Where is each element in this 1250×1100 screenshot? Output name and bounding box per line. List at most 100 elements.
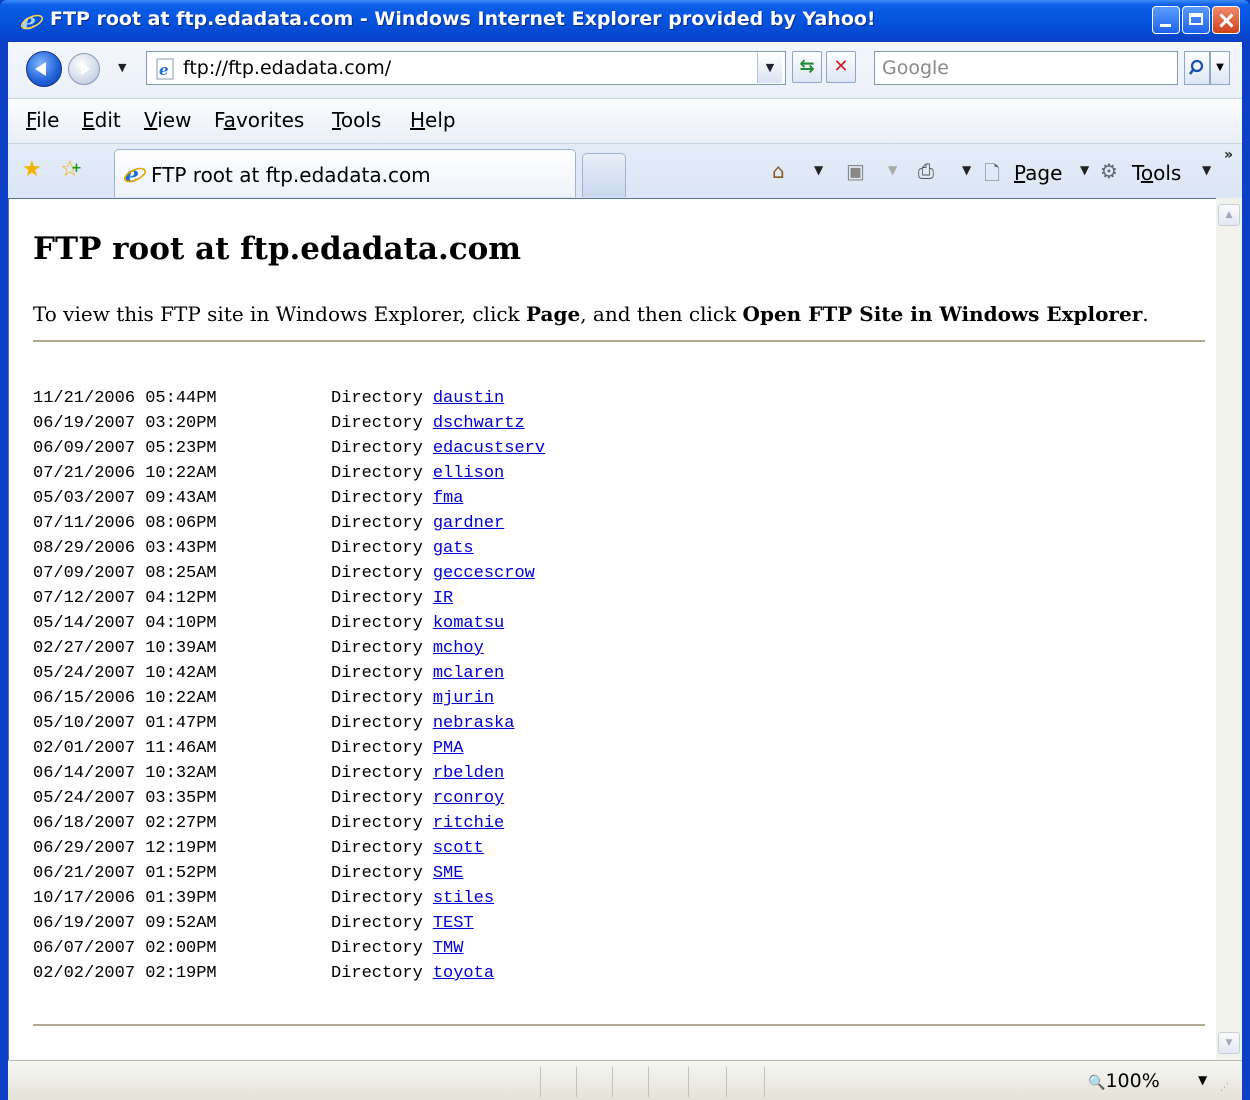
entry-date: 07/12/2007 04:12PM [33,589,217,608]
directory-link[interactable]: nebraska [433,714,515,733]
directory-link[interactable]: rconroy [433,789,504,808]
directory-link[interactable]: stiles [433,889,494,908]
list-item: 02/01/2007 11:46AM Directory PMA [33,736,545,761]
address-dropdown-icon[interactable]: ▼ [757,53,782,83]
resize-grip-icon[interactable]: ⋰ [1220,1083,1230,1093]
directory-link[interactable]: edacustserv [433,439,545,458]
menu-edit[interactable]: Edit [82,108,121,132]
directory-link[interactable]: IR [433,589,453,608]
page-menu-button[interactable]: Page [1014,161,1062,185]
entry-date: 05/24/2007 10:42AM [33,664,217,683]
entry-type: Directory [331,889,423,908]
menu-help[interactable]: Help [410,108,456,132]
entry-type: Directory [331,714,423,733]
directory-link[interactable]: daustin [433,389,504,408]
menu-view[interactable]: View [144,108,191,132]
home-icon[interactable]: ⌂ [772,159,785,183]
search-input[interactable]: Google [882,57,949,79]
menu-tools[interactable]: Tools [332,108,381,132]
menu-favorites[interactable]: Favorites [214,108,304,132]
list-item: 02/02/2007 02:19PM Directory toyota [33,961,545,986]
scroll-down-button[interactable]: ▼ [1218,1032,1240,1054]
address-bar[interactable]: e ftp://ftp.edadata.com/ ▼ [146,51,786,85]
list-item: 07/11/2006 08:06PM Directory gardner [33,511,545,536]
home-dropdown-icon[interactable]: ▼ [814,163,823,177]
directory-link[interactable]: mchoy [433,639,484,658]
entry-type: Directory [331,564,423,583]
entry-date: 07/11/2006 08:06PM [33,514,217,533]
directory-link[interactable]: TMW [433,939,464,958]
close-button[interactable] [1212,6,1240,34]
toolbar-overflow-chevron-icon[interactable]: » [1224,147,1233,163]
search-box[interactable]: Google [874,51,1178,85]
print-dropdown-icon[interactable]: ▼ [962,163,971,177]
entry-type: Directory [331,764,423,783]
favorites-center-star-icon[interactable]: ★ [22,157,42,182]
page-menu-dropdown-icon[interactable]: ▼ [1080,163,1089,177]
feeds-icon[interactable]: ▣ [846,159,865,183]
ie-logo-icon: e [20,9,44,37]
search-button[interactable] [1184,51,1210,85]
menu-bar: File Edit View Favorites Tools Help [8,98,1242,144]
recent-pages-dropdown-icon[interactable]: ▼ [118,61,126,74]
directory-link[interactable]: ellison [433,464,504,483]
scroll-up-button[interactable]: ▲ [1218,204,1240,226]
browser-chrome: ▼ e ftp://ftp.edadata.com/ ▼ ⇆ ✕ Google … [8,42,1242,198]
entry-date: 06/15/2006 10:22AM [33,689,217,708]
directory-link[interactable]: PMA [433,739,464,758]
directory-link[interactable]: rbelden [433,764,504,783]
directory-link[interactable]: fma [433,489,464,508]
entry-type: Directory [331,914,423,933]
directory-link[interactable]: komatsu [433,614,504,633]
entry-type: Directory [331,864,423,883]
entry-date: 11/21/2006 05:44PM [33,389,217,408]
gear-icon: ⚙ [1100,159,1118,183]
zoom-dropdown-icon[interactable]: ▼ [1198,1073,1207,1087]
directory-link[interactable]: gats [433,539,474,558]
entry-date: 05/24/2007 03:35PM [33,789,217,808]
directory-link[interactable]: gardner [433,514,504,533]
title-bar[interactable]: e FTP root at ftp.edadata.com - Windows … [0,0,1250,42]
new-tab-button[interactable] [582,153,626,197]
print-icon[interactable]: ⎙ [918,159,934,183]
status-divider [726,1067,727,1097]
tools-menu-button[interactable]: Tools [1132,161,1181,185]
address-input[interactable]: ftp://ftp.edadata.com/ [183,57,391,79]
directory-link[interactable]: dschwartz [433,414,525,433]
directory-link[interactable]: geccescrow [433,564,535,583]
list-item: 06/21/2007 01:52PM Directory SME [33,861,545,886]
refresh-button[interactable]: ⇆ [792,51,822,83]
status-divider [688,1067,689,1097]
directory-link[interactable]: toyota [433,964,494,983]
list-item: 06/14/2007 10:32AM Directory rbelden [33,761,545,786]
status-divider [648,1067,649,1097]
minimize-button[interactable] [1152,6,1180,34]
directory-link[interactable]: TEST [433,914,474,933]
directory-listing: 11/21/2006 05:44PM Directory daustin 06/19/… [33,386,545,986]
status-divider [540,1067,541,1097]
menu-file[interactable]: File [26,108,59,132]
list-item: 06/15/2006 10:22AM Directory mjurin [33,686,545,711]
vertical-scrollbar[interactable]: ▲ ▼ [1216,198,1242,1060]
entry-type: Directory [331,464,423,483]
directory-link[interactable]: ritchie [433,814,504,833]
directory-link[interactable]: mclaren [433,664,504,683]
entry-date: 07/09/2007 08:25AM [33,564,217,583]
directory-link[interactable]: mjurin [433,689,494,708]
page-icon: e [155,58,177,84]
feeds-dropdown-icon[interactable]: ▼ [888,163,897,177]
directory-link[interactable]: scott [433,839,484,858]
list-item: 06/29/2007 12:19PM Directory scott [33,836,545,861]
zoom-magnifier-icon: 🔍 [1088,1075,1106,1091]
forward-button[interactable] [68,53,100,85]
tab-ftp-root[interactable]: e FTP root at ftp.edadata.com [114,149,576,197]
entry-type: Directory [331,389,423,408]
tools-menu-dropdown-icon[interactable]: ▼ [1202,163,1211,177]
maximize-button[interactable] [1182,6,1210,34]
search-options-dropdown-icon[interactable]: ▼ [1210,51,1230,85]
add-to-favorites-icon[interactable]: ☆ [60,157,82,182]
back-button[interactable] [26,51,62,87]
directory-link[interactable]: SME [433,864,464,883]
zoom-level[interactable]: 🔍100% [1088,1070,1160,1092]
stop-button[interactable]: ✕ [826,51,856,83]
